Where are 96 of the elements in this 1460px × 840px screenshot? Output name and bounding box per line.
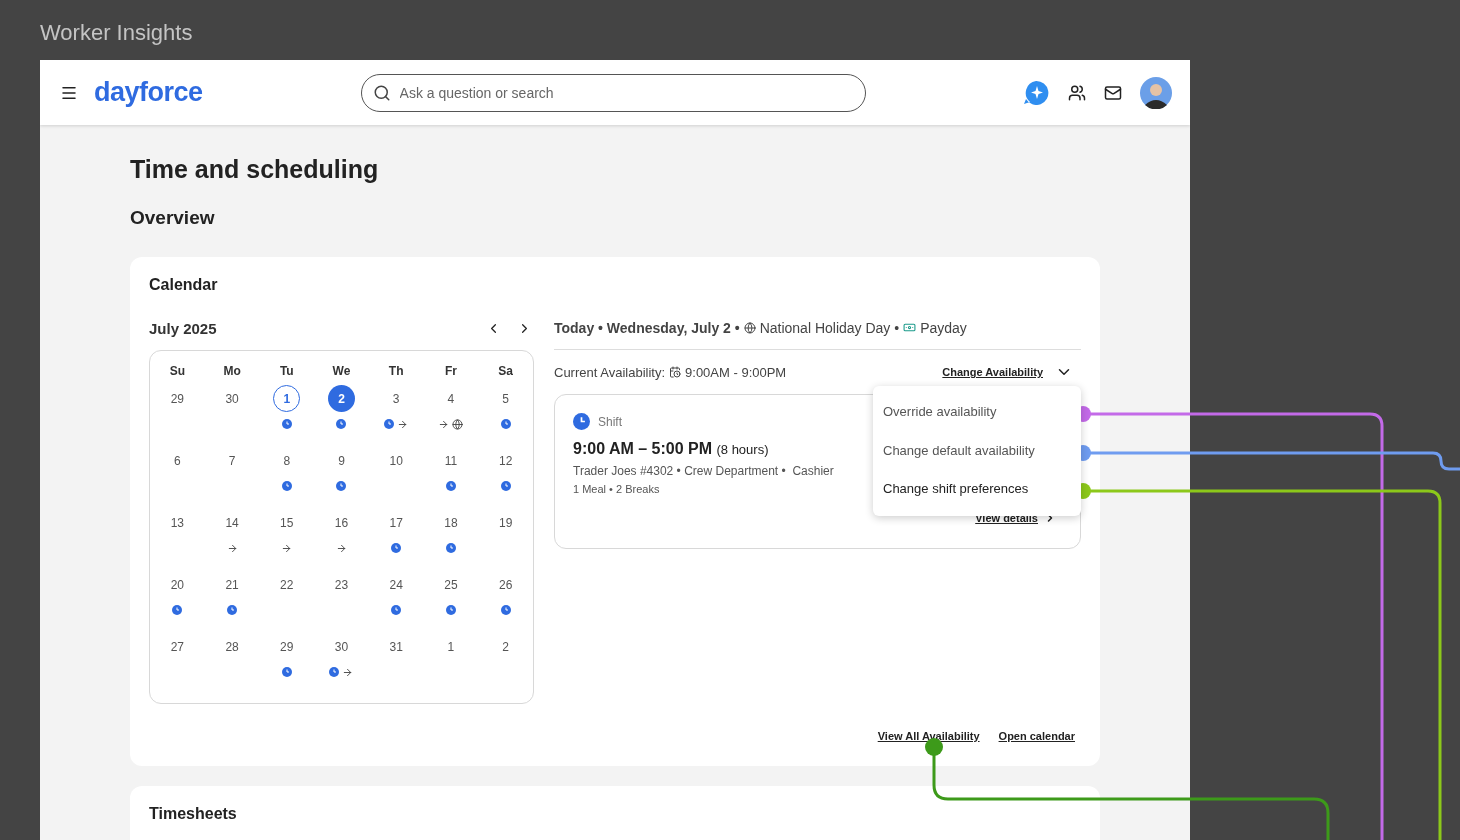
weekday-label: We xyxy=(331,363,352,380)
search-icon xyxy=(372,83,391,102)
holiday-label: National Holiday Day • xyxy=(759,319,900,336)
availability-hours: 9:00AM - 9:00PM xyxy=(685,364,787,380)
day-number[interactable]: 13 xyxy=(163,509,191,536)
clock-icon xyxy=(500,481,511,491)
shift-type: Shift xyxy=(598,414,622,429)
menu-item[interactable]: Override availability xyxy=(873,393,1081,432)
clock-icon xyxy=(391,543,402,553)
day-number[interactable]: 2 xyxy=(328,385,355,412)
weekday-label: Mo xyxy=(222,363,242,380)
day-number[interactable]: 23 xyxy=(328,571,355,598)
day-number[interactable]: 28 xyxy=(218,633,246,660)
day-number[interactable]: 27 xyxy=(163,633,191,660)
day-number[interactable]: 31 xyxy=(382,633,410,660)
day-number[interactable]: 2 xyxy=(492,633,520,660)
day-number[interactable]: 14 xyxy=(218,509,246,536)
day-number[interactable]: 7 xyxy=(218,447,246,474)
weekday-label: Su xyxy=(168,363,186,380)
clock-icon xyxy=(500,605,511,615)
month-label: July 2025 xyxy=(149,319,218,337)
clock-icon xyxy=(573,413,590,430)
clock-icon xyxy=(281,667,292,677)
day-number[interactable]: 18 xyxy=(437,509,465,536)
day-number[interactable]: 16 xyxy=(328,509,355,536)
day-number[interactable]: 30 xyxy=(218,385,246,412)
clock-icon xyxy=(445,481,456,491)
clock-icon xyxy=(281,419,292,429)
weekday-label: Sa xyxy=(497,363,514,380)
arrow-icon xyxy=(438,418,450,430)
day-number[interactable]: 17 xyxy=(382,509,410,536)
day-number[interactable]: 21 xyxy=(218,571,246,598)
clock-icon xyxy=(445,543,456,553)
clock-icon xyxy=(329,667,340,677)
menu-item[interactable]: Change shift preferences xyxy=(873,470,1081,509)
menu-item[interactable]: Change default availability xyxy=(873,431,1081,470)
day-number[interactable]: 5 xyxy=(492,385,520,412)
card-title: Calendar xyxy=(149,276,219,295)
change-availability-link[interactable]: Change Availability xyxy=(942,366,1043,378)
arrow-icon xyxy=(226,542,238,554)
arrow-icon xyxy=(336,542,347,554)
calendar-link[interactable]: View All Availability xyxy=(877,730,980,742)
clock-icon xyxy=(227,605,238,615)
globe-icon xyxy=(452,418,464,430)
section-heading: Overview xyxy=(130,207,216,230)
card-title: Timesheets xyxy=(149,805,238,824)
shift-time: 9:00 AM – 5:00 PM (8 hours) xyxy=(573,440,769,458)
clock-icon xyxy=(384,419,395,429)
day-number[interactable]: 24 xyxy=(382,571,410,598)
day-number[interactable]: 26 xyxy=(492,571,520,598)
clock-icon xyxy=(336,419,347,429)
day-number[interactable]: 15 xyxy=(273,509,301,536)
clock-icon xyxy=(391,605,402,615)
arrow-icon xyxy=(397,418,409,430)
page-heading: Time and scheduling xyxy=(130,155,380,185)
day-number[interactable]: 22 xyxy=(273,571,301,598)
clock-icon xyxy=(336,481,347,491)
day-number[interactable]: 3 xyxy=(382,385,410,412)
day-number[interactable]: 25 xyxy=(437,571,465,598)
people-icon[interactable] xyxy=(1068,83,1086,102)
clock-icon xyxy=(281,481,292,491)
day-number[interactable]: 10 xyxy=(382,447,410,474)
day-number[interactable]: 9 xyxy=(328,447,355,474)
weekday-label: Th xyxy=(387,363,405,380)
calendar-link[interactable]: Open calendar xyxy=(998,730,1075,742)
search-field[interactable]: Ask a question or search xyxy=(360,73,866,112)
day-number[interactable]: 12 xyxy=(492,447,520,474)
clock-icon xyxy=(445,605,456,615)
day-number[interactable]: 29 xyxy=(273,633,301,660)
logo[interactable]: dayforce xyxy=(94,77,203,108)
day-number[interactable]: 8 xyxy=(273,447,301,474)
day-number[interactable]: 29 xyxy=(163,385,191,412)
shift-breaks: 1 Meal • 2 Breaks xyxy=(573,483,660,495)
avatar[interactable] xyxy=(1140,76,1172,109)
clock-icon xyxy=(172,605,183,615)
payday-label: Payday xyxy=(920,319,967,336)
day-number[interactable]: 20 xyxy=(163,571,191,598)
day-number[interactable]: 30 xyxy=(328,633,355,660)
weekday-label: Fr xyxy=(443,363,458,380)
day-number[interactable]: 4 xyxy=(437,385,465,412)
weekday-label: Tu xyxy=(278,363,295,380)
banknote-icon xyxy=(903,321,917,334)
availability-label: Current Availability: xyxy=(554,364,666,380)
arrow-icon xyxy=(342,666,354,678)
today-date: Today • Wednesday, July 2 • xyxy=(554,319,740,336)
calendar-clock-icon xyxy=(669,366,682,378)
mail-icon[interactable] xyxy=(1104,83,1122,102)
shift-details: Trader Joes #4302 • Crew Department • Cashier xyxy=(573,464,834,478)
globe-icon xyxy=(743,321,756,334)
day-number[interactable]: 1 xyxy=(437,633,465,660)
day-number[interactable]: 19 xyxy=(492,509,520,536)
clock-icon xyxy=(500,419,511,429)
arrow-icon xyxy=(281,542,293,554)
page-title: Worker Insights xyxy=(40,20,194,47)
day-number[interactable]: 6 xyxy=(163,447,191,474)
day-number[interactable]: 11 xyxy=(437,447,465,474)
